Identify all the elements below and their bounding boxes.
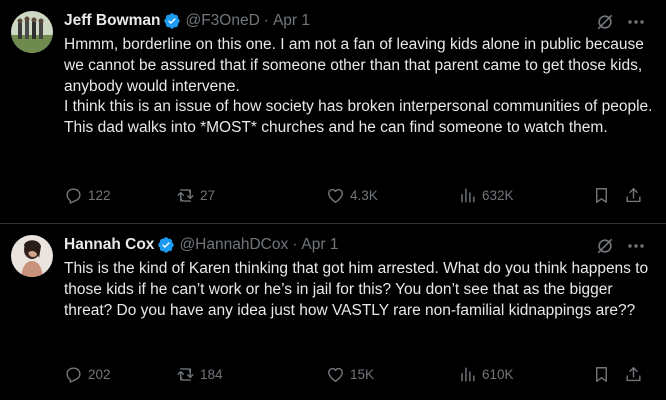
separator-dot: · xyxy=(292,236,298,253)
more-icon[interactable] xyxy=(626,236,646,256)
repost-count: 27 xyxy=(200,187,216,203)
repost-button[interactable]: 184 xyxy=(176,362,223,386)
verified-badge-icon[interactable] xyxy=(163,12,181,30)
like-button[interactable]: 4.3K xyxy=(326,183,378,207)
like-icon xyxy=(328,188,343,203)
tweet-header: Hannah Cox @HannahDCox · Apr 1 xyxy=(64,234,338,256)
timestamp[interactable]: Apr 1 xyxy=(273,12,310,30)
reply-icon xyxy=(66,187,81,204)
views-button[interactable]: 610K xyxy=(458,362,514,386)
share-icon xyxy=(626,187,641,202)
display-name[interactable]: Hannah Cox xyxy=(64,236,154,254)
bookmark-icon xyxy=(596,187,607,203)
bookmark-button[interactable] xyxy=(592,183,611,207)
repost-icon xyxy=(177,367,194,381)
timestamp[interactable]: Apr 1 xyxy=(301,236,338,254)
like-icon xyxy=(328,367,343,382)
like-count: 4.3K xyxy=(350,187,378,203)
like-button[interactable]: 15K xyxy=(326,362,374,386)
avatar[interactable] xyxy=(11,11,53,53)
views-icon xyxy=(461,366,475,382)
reply-count: 122 xyxy=(88,187,111,203)
tweet[interactable]: Jeff Bowman @F3OneD · Apr 1 Hmmm, border… xyxy=(0,0,666,224)
tweet-paragraph: I think this is an issue of how society … xyxy=(64,98,653,137)
action-bar: 202 184 15K 610K xyxy=(64,362,646,386)
grok-icon[interactable] xyxy=(596,237,614,255)
tweet-text: Hmmm, borderline on this one. I am not a… xyxy=(64,35,660,139)
reply-button[interactable]: 122 xyxy=(64,183,111,207)
handle[interactable]: @HannahDCox xyxy=(179,236,288,254)
tweet-paragraph: Hmmm, borderline on this one. I am not a… xyxy=(64,36,644,95)
views-icon xyxy=(461,187,475,203)
share-button[interactable] xyxy=(624,362,643,386)
share-icon xyxy=(626,366,641,381)
reply-button[interactable]: 202 xyxy=(64,362,111,386)
bookmark-icon xyxy=(596,366,607,382)
tweet-header: Jeff Bowman @F3OneD · Apr 1 xyxy=(64,10,310,32)
grok-icon[interactable] xyxy=(596,13,614,31)
view-count: 610K xyxy=(482,366,514,382)
avatar[interactable] xyxy=(11,235,53,277)
like-count: 15K xyxy=(350,366,375,382)
handle[interactable]: @F3OneD xyxy=(185,12,259,30)
tweet[interactable]: Hannah Cox @HannahDCox · Apr 1 This is t… xyxy=(0,224,666,400)
views-button[interactable]: 632K xyxy=(458,183,514,207)
display-name[interactable]: Jeff Bowman xyxy=(64,12,160,30)
separator-dot: · xyxy=(263,12,269,29)
action-bar: 122 27 4.3K 632K xyxy=(64,183,646,207)
more-icon[interactable] xyxy=(626,12,646,32)
reply-icon xyxy=(66,366,81,383)
tweet-paragraph: This is the kind of Karen thinking that … xyxy=(64,260,649,319)
verified-badge-icon[interactable] xyxy=(157,236,175,254)
share-button[interactable] xyxy=(624,183,643,207)
repost-count: 184 xyxy=(200,366,223,382)
bookmark-button[interactable] xyxy=(592,362,611,386)
tweet-text: This is the kind of Karen thinking that … xyxy=(64,259,660,321)
repost-button[interactable]: 27 xyxy=(176,183,215,207)
reply-count: 202 xyxy=(88,366,111,382)
view-count: 632K xyxy=(482,187,514,203)
repost-icon xyxy=(177,188,194,202)
